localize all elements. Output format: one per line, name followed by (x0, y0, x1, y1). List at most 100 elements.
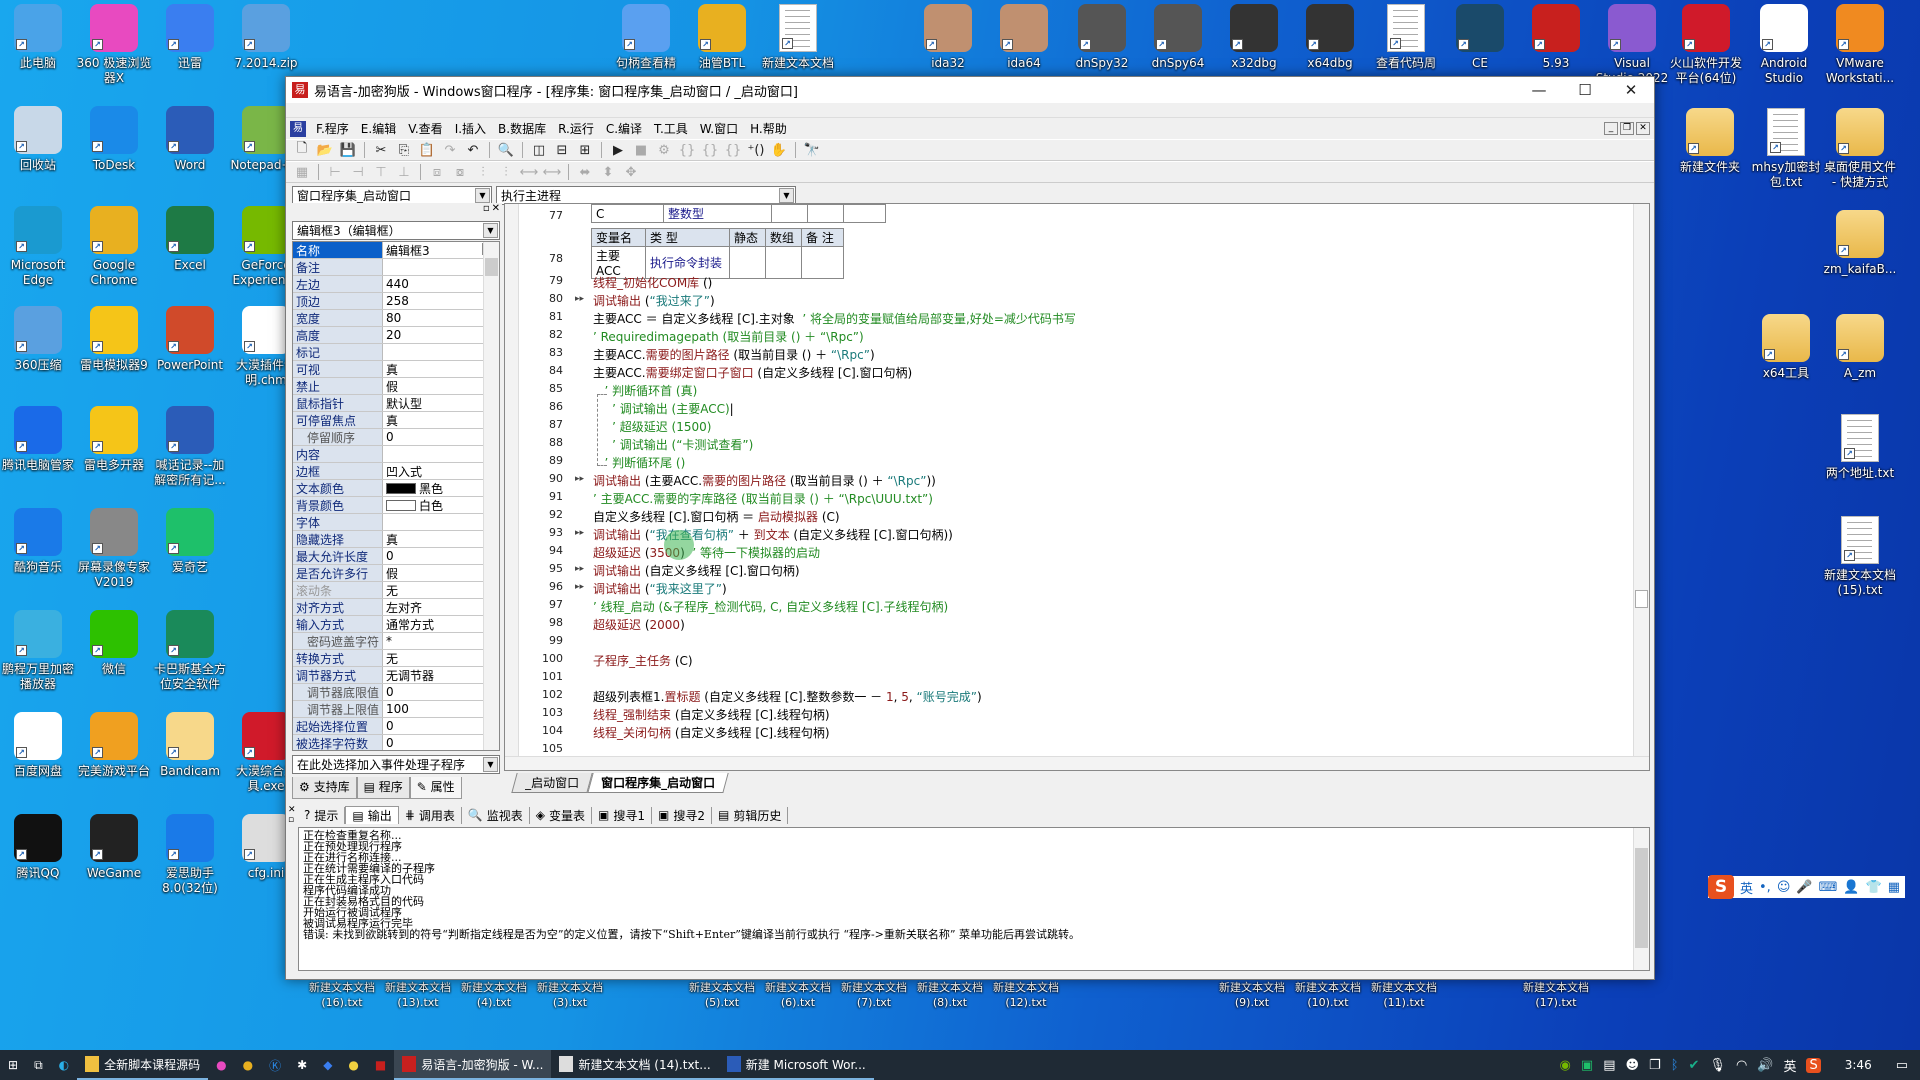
volume-icon[interactable]: 🔊 (1757, 1058, 1773, 1073)
desktop-icon[interactable]: ↗ dnSpy64 (1140, 4, 1216, 71)
desktop-file[interactable]: 新建文本文档(6).txt (760, 980, 836, 1010)
panel-close-icon[interactable]: ✕ (492, 203, 500, 217)
desktop-icon[interactable]: ↗ A_zm (1822, 314, 1898, 381)
property-value[interactable]: 无调节器 (383, 667, 499, 683)
property-value[interactable]: 100 (383, 701, 499, 717)
distribute-h-icon[interactable]: ⟷ (519, 163, 539, 181)
property-row[interactable]: 隐藏选择真 (293, 531, 499, 548)
property-row[interactable]: 可停留焦点真 (293, 412, 499, 429)
var-note[interactable] (843, 204, 886, 223)
mdi-close-button[interactable]: ✕ (1636, 122, 1650, 135)
desktop-icon[interactable]: ↗ Google Chrome (76, 206, 152, 288)
desktop-file[interactable]: 新建文本文档(12).txt (988, 980, 1064, 1010)
property-value[interactable]: 编辑框3··· (383, 242, 499, 258)
chevron-down-icon[interactable]: ▼ (475, 187, 490, 203)
property-row[interactable]: 背景颜色 白色 (293, 497, 499, 514)
tab-support-library[interactable]: ⚙ 支持库 (292, 777, 357, 799)
desktop-icon[interactable]: ↗ 新建文本文档 (760, 4, 836, 71)
var-note[interactable] (801, 246, 844, 279)
desktop-icon[interactable]: ↗ 句柄查看精 (608, 4, 684, 71)
desktop-icon[interactable]: ↗ 新建文件夹 (1672, 108, 1748, 175)
code-line[interactable]: 主要ACC ＝ 自定义多线程 [C].主对象 ’ 将全局的变量赋值给局部变量,好… (593, 310, 1076, 327)
binoculars-icon[interactable]: 🔭 (802, 141, 822, 159)
chevron-down-icon[interactable]: ▼ (779, 187, 794, 203)
tab-program[interactable]: ▤ 程序 (356, 777, 410, 799)
desktop-icon[interactable]: ↗ 查看代码周 (1368, 4, 1444, 71)
property-value[interactable]: 20 (383, 327, 499, 343)
property-row[interactable]: 起始选择位置 0 (293, 718, 499, 735)
property-row[interactable]: 最大允许长度 0 (293, 548, 499, 565)
desktop-icon[interactable]: ↗ 此电脑 (0, 4, 76, 71)
property-value[interactable]: 黑色 (383, 480, 499, 496)
layout-3-icon[interactable]: ⊞ (575, 141, 595, 159)
desktop-file[interactable]: 新建文本文档(7).txt (836, 980, 912, 1010)
code-line[interactable]: 子程序_主任务 (C) (593, 652, 693, 669)
scroll-thumb[interactable] (485, 258, 498, 276)
align-left-icon[interactable]: ⊢ (325, 163, 345, 181)
property-row[interactable]: 左边 440 (293, 276, 499, 293)
var-array[interactable] (807, 204, 844, 223)
output-close-icon[interactable]: ✕ ▫ (288, 805, 296, 825)
desktop-file[interactable]: 新建文本文档(8).txt (912, 980, 988, 1010)
start-button[interactable]: ⊞ (0, 1050, 26, 1080)
desktop-icon[interactable]: ↗ x64dbg (1292, 4, 1368, 71)
property-row[interactable]: 备注 (293, 259, 499, 276)
property-row[interactable]: 可视真 (293, 361, 499, 378)
qq-tray-icon[interactable]: ☻ (1625, 1058, 1639, 1073)
save-icon[interactable]: 💾 (338, 141, 358, 159)
bluetooth-icon[interactable]: ᛒ (1671, 1058, 1679, 1073)
property-value[interactable] (383, 446, 499, 462)
desktop-icon[interactable]: ↗ 爱思助手8.0(32位) (152, 814, 228, 896)
code-line[interactable]: 调试输出 (主要ACC.需要的图片路径 (取当前目录 () ＋ “\Rpc”)) (593, 472, 936, 489)
var-name[interactable]: C (591, 204, 664, 223)
class-combo[interactable]: 窗口程序集_启动窗口 ▼ (292, 185, 492, 205)
method-combo[interactable]: 执行主进程 ▼ (496, 185, 796, 205)
microphone-icon[interactable]: 🎙 (1709, 1058, 1726, 1073)
cut-icon[interactable]: ✂ (371, 141, 391, 159)
step-into-icon[interactable]: {} (677, 141, 697, 159)
same-height-icon[interactable]: ⬍ (598, 163, 618, 181)
desktop-icon[interactable]: ↗ 雷电多开器 (76, 406, 152, 473)
object-combo[interactable]: 编辑框3（编辑框） ▼ (292, 221, 500, 240)
property-value[interactable]: 80 (383, 310, 499, 326)
desktop-icon[interactable]: ↗ 卡巴斯基全方位安全软件 (152, 610, 228, 692)
desktop-file[interactable]: 新建文本文档(4).txt (456, 980, 532, 1010)
code-line[interactable]: 超级列表框1.置标题 (自定义多线程 [C].整数参数一 － 1, 5, “账号… (593, 688, 982, 705)
code-line[interactable]: 线程_初始化COM库 () (593, 274, 712, 291)
sogou-logo-icon[interactable]: S (1708, 875, 1734, 899)
property-row[interactable]: 鼠标指针 默认型 (293, 395, 499, 412)
copy-icon[interactable]: ⎘ (394, 141, 414, 159)
property-row[interactable]: 转换方式无 (293, 650, 499, 667)
code-horizontal-scrollbar[interactable] (505, 756, 1649, 770)
property-row[interactable]: 内容 (293, 446, 499, 463)
output-tab[interactable]: ? 提示 (298, 806, 346, 824)
mdi-minimize-button[interactable]: _ (1604, 122, 1618, 135)
ime-keyboard-icon[interactable]: ⌨ (1819, 880, 1838, 895)
desktop-icon[interactable]: ↗ CE (1442, 4, 1518, 71)
property-value[interactable]: 凹入式 (383, 463, 499, 479)
run-to-cursor-icon[interactable]: ⁺() (746, 141, 766, 159)
layout-1-icon[interactable]: ◫ (529, 141, 549, 159)
edge-taskbar-icon[interactable]: ◐ (51, 1050, 77, 1080)
output-tab[interactable]: ⋕ 调用表 (399, 806, 462, 824)
desktop-icon[interactable]: ↗Visual Studio 2022 (1594, 4, 1670, 86)
property-row[interactable]: 字体 (293, 514, 499, 531)
scroll-thumb[interactable] (1635, 848, 1648, 948)
stop-icon[interactable]: ■ (631, 141, 651, 159)
property-scrollbar[interactable] (483, 242, 499, 750)
desktop-icon[interactable]: ↗ ida64 (986, 4, 1062, 71)
property-row[interactable]: 被选择字符数 0 (293, 735, 499, 750)
align-grid-icon[interactable]: ▦ (292, 163, 312, 181)
event-combo[interactable]: 在此处选择加入事件处理子程序 ▼ (292, 755, 500, 774)
run-icon[interactable]: ▶ (608, 141, 628, 159)
var-static[interactable] (729, 246, 766, 279)
desktop-icon[interactable]: ↗ 360压缩 (0, 306, 76, 373)
pin-icon[interactable]: ▫ (483, 203, 490, 217)
chevron-down-icon[interactable]: ▼ (483, 223, 498, 238)
output-tab[interactable]: ▤ 输出 (345, 806, 399, 824)
center-v-icon[interactable]: ⧇ (450, 163, 470, 181)
property-value[interactable] (383, 344, 499, 360)
ime-voice-icon[interactable]: 🎤 (1796, 880, 1812, 895)
desktop-icon[interactable]: ↗ 回收站 (0, 106, 76, 173)
desktop-icon[interactable]: ↗ 两个地址.txt (1822, 414, 1898, 481)
